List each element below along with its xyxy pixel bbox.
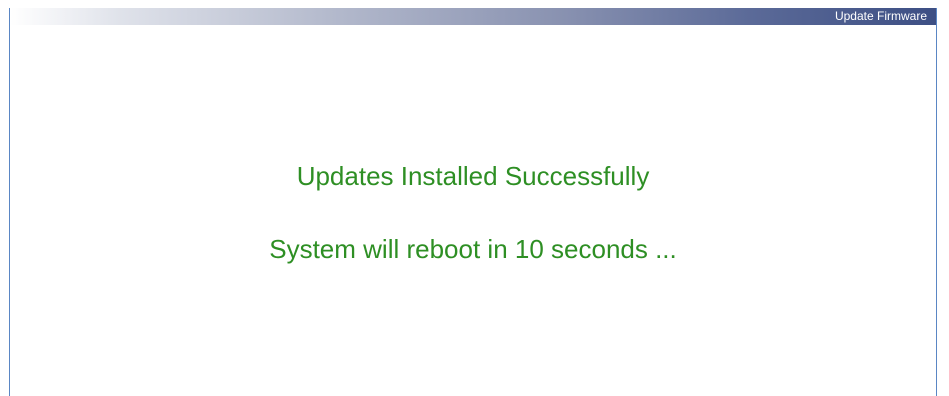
panel-title: Update Firmware [834,9,927,23]
reboot-countdown-message: System will reboot in 10 seconds ... [269,234,677,264]
success-message: Updates Installed Successfully [296,161,650,191]
panel-title-bar: Update Firmware [10,8,936,25]
firmware-update-panel: Update Firmware Updates Installed Succes… [9,8,937,396]
